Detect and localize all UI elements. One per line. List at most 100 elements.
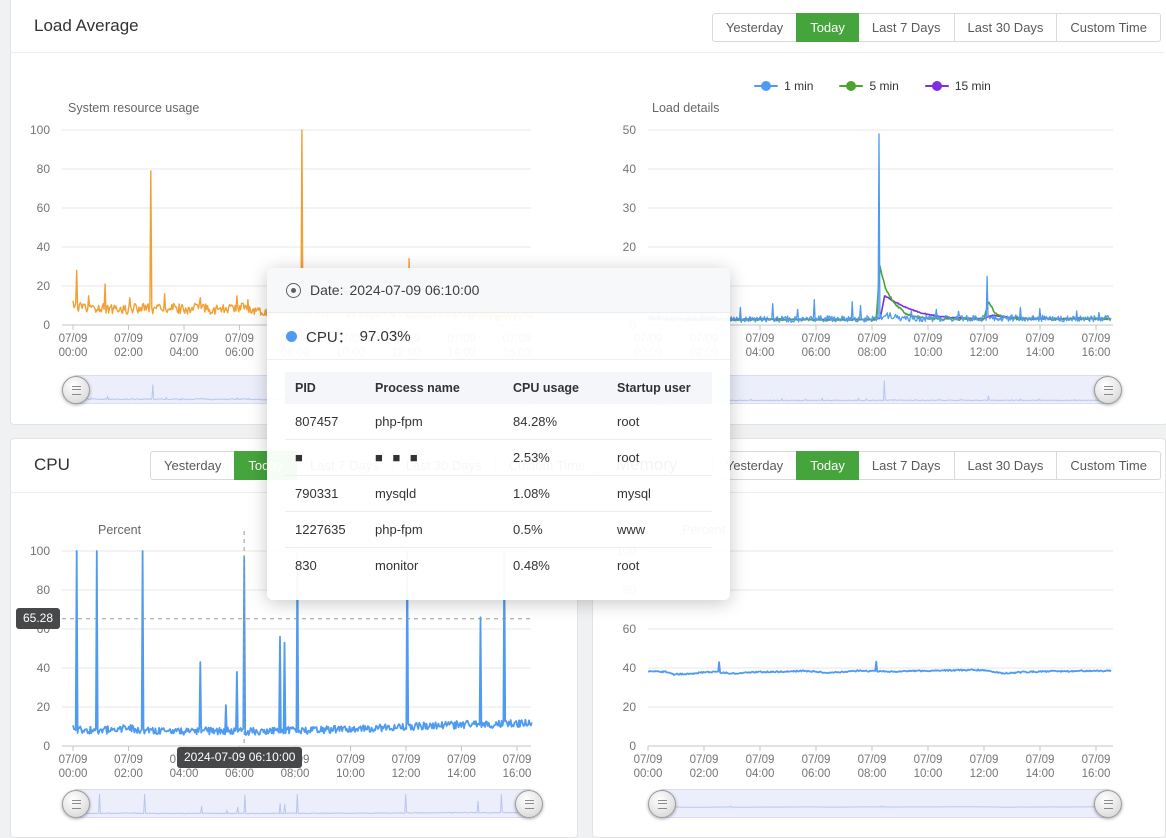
x-axis-tick-label: 07/0900:00 [634, 754, 663, 780]
x-axis-tick-label: 07/0908:00 [858, 333, 887, 359]
x-axis-tick-label: 07/0906:00 [802, 754, 831, 780]
zoom-right-handle[interactable] [515, 790, 543, 818]
process-table-header: PID [285, 372, 365, 404]
x-axis-tick-label: 07/0904:00 [170, 333, 199, 359]
time-range-button-last-7-days[interactable]: Last 7 Days [858, 13, 955, 42]
process-table-cell: 830 [285, 548, 365, 584]
process-table-cell: 790331 [285, 476, 365, 512]
time-range-button-today[interactable]: Today [796, 451, 859, 480]
cpu-chart-zoom-slider[interactable] [74, 789, 531, 818]
series-marker-icon [286, 331, 297, 342]
process-table-cell: root [607, 548, 712, 584]
tooltip-date-label: Date: [310, 282, 343, 298]
chart-tooltip: Date: 2024-07-09 06:10:00 CPU： 97.03% PI… [267, 268, 730, 600]
tooltip-process-table-wrap: PIDProcess nameCPU usageStartup user 807… [267, 360, 730, 583]
y-axis-tick-label: 40 [37, 240, 51, 254]
legend-marker-icon [839, 81, 863, 91]
zoom-left-handle[interactable] [648, 790, 676, 818]
time-range-button-custom-time[interactable]: Custom Time [1056, 451, 1161, 480]
process-table-cell: 0.5% [503, 512, 607, 548]
zoom-preview [75, 790, 530, 817]
axis-pointer-time-label: 2024-07-09 06:10:00 [177, 747, 302, 768]
zoom-right-handle[interactable] [1094, 790, 1122, 818]
process-table-row: 1227635php-fpm0.5%www [285, 512, 712, 548]
legend-marker-icon [925, 81, 949, 91]
cpu-title: CPU [34, 455, 70, 475]
process-table-cell: php-fpm [365, 404, 503, 440]
x-axis-tick-label: 07/0912:00 [392, 754, 421, 780]
y-axis-tick-label: 40 [623, 661, 637, 675]
y-axis-tick-label: 0 [43, 318, 50, 332]
y-axis-tick-label: 50 [623, 123, 637, 137]
x-axis-tick-label: 07/0916:00 [1082, 333, 1111, 359]
process-table-header: Process name [365, 372, 503, 404]
memory-chart-zoom-slider[interactable] [660, 789, 1110, 818]
process-table-cell: 807457 [285, 404, 365, 440]
process-table-cell: www [607, 512, 712, 548]
y-axis-tick-label: 20 [37, 279, 51, 293]
process-table-cell: mysqld [365, 476, 503, 512]
time-range-button-custom-time[interactable]: Custom Time [1056, 13, 1161, 42]
process-table-cell: mysql [607, 476, 712, 512]
time-range-button-last-7-days[interactable]: Last 7 Days [858, 451, 955, 480]
zoom-preview [661, 790, 1109, 817]
y-axis-tick-label: 20 [623, 700, 637, 714]
process-table-row: 830monitor0.48%root [285, 548, 712, 584]
process-table-cell: ■ ■ ■ [365, 440, 503, 476]
tooltip-series-label: CPU： [306, 326, 353, 347]
process-table-cell: ■ [285, 440, 365, 476]
process-table-cell: monitor [365, 548, 503, 584]
x-axis-tick-label: 07/0900:00 [59, 754, 88, 780]
legend-item-5-min[interactable]: 5 min [839, 79, 898, 93]
x-axis-tick-label: 07/0916:00 [503, 754, 532, 780]
x-axis-tick-label: 07/0904:00 [746, 754, 775, 780]
legend-item-15-min[interactable]: 15 min [925, 79, 991, 93]
y-axis-tick-label: 20 [37, 700, 51, 714]
x-axis-tick-label: 07/0904:00 [746, 333, 775, 359]
zoom-right-handle[interactable] [1094, 376, 1122, 404]
process-table-cell: root [607, 440, 712, 476]
time-range-button-yesterday[interactable]: Yesterday [150, 451, 235, 480]
process-table-row: ■■ ■ ■2.53%root [285, 440, 712, 476]
legend-label: 1 min [784, 79, 813, 93]
legend-label: 15 min [955, 79, 991, 93]
y-axis-tick-label: 20 [623, 240, 637, 254]
load-time-range-group: YesterdayTodayLast 7 DaysLast 30 DaysCus… [712, 13, 1161, 42]
x-axis-tick-label: 07/0912:00 [970, 754, 999, 780]
load-average-title: Load Average [34, 16, 139, 36]
time-range-button-last-30-days[interactable]: Last 30 Days [954, 13, 1058, 42]
time-range-button-last-30-days[interactable]: Last 30 Days [954, 451, 1058, 480]
zoom-preview-line [76, 794, 529, 814]
time-range-button-today[interactable]: Today [796, 13, 859, 42]
divider [11, 52, 1165, 53]
x-axis-tick-label: 07/0914:00 [1026, 333, 1055, 359]
time-range-button-yesterday[interactable]: Yesterday [712, 13, 797, 42]
x-axis-tick-label: 07/0916:00 [1082, 754, 1111, 780]
x-axis-tick-label: 07/0906:00 [225, 333, 254, 359]
x-axis-tick-label: 07/0910:00 [336, 754, 365, 780]
legend-marker-icon [754, 81, 778, 91]
process-table-row: 790331mysqld1.08%mysql [285, 476, 712, 512]
y-axis-tick-label: 0 [43, 739, 50, 753]
process-table-cell: 0.48% [503, 548, 607, 584]
tooltip-series-row: CPU： 97.03% [267, 313, 730, 360]
tooltip-series-value: 97.03% [360, 328, 411, 345]
zoom-left-handle[interactable] [62, 790, 90, 818]
x-axis-tick-label: 07/0910:00 [914, 333, 943, 359]
process-table-header: CPU usage [503, 372, 607, 404]
process-table-cell: 1.08% [503, 476, 607, 512]
memory-time-range-group: YesterdayTodayLast 7 DaysLast 30 DaysCus… [712, 451, 1161, 480]
x-axis-tick-label: 07/0908:00 [858, 754, 887, 780]
x-axis-tick-label: 07/0914:00 [447, 754, 476, 780]
y-axis-tick-label: 40 [37, 661, 51, 675]
y-axis-tick-label: 40 [623, 162, 637, 176]
legend-item-1-min[interactable]: 1 min [754, 79, 813, 93]
y-axis-tick-label: 80 [37, 162, 51, 176]
zoom-left-handle[interactable] [62, 376, 90, 404]
process-table-header: Startup user [607, 372, 712, 404]
zoom-preview-line [662, 806, 1108, 807]
process-table: PIDProcess nameCPU usageStartup user 807… [285, 372, 712, 583]
x-axis-tick-label: 07/0914:00 [1026, 754, 1055, 780]
clock-icon [286, 283, 301, 298]
process-table-cell: root [607, 404, 712, 440]
